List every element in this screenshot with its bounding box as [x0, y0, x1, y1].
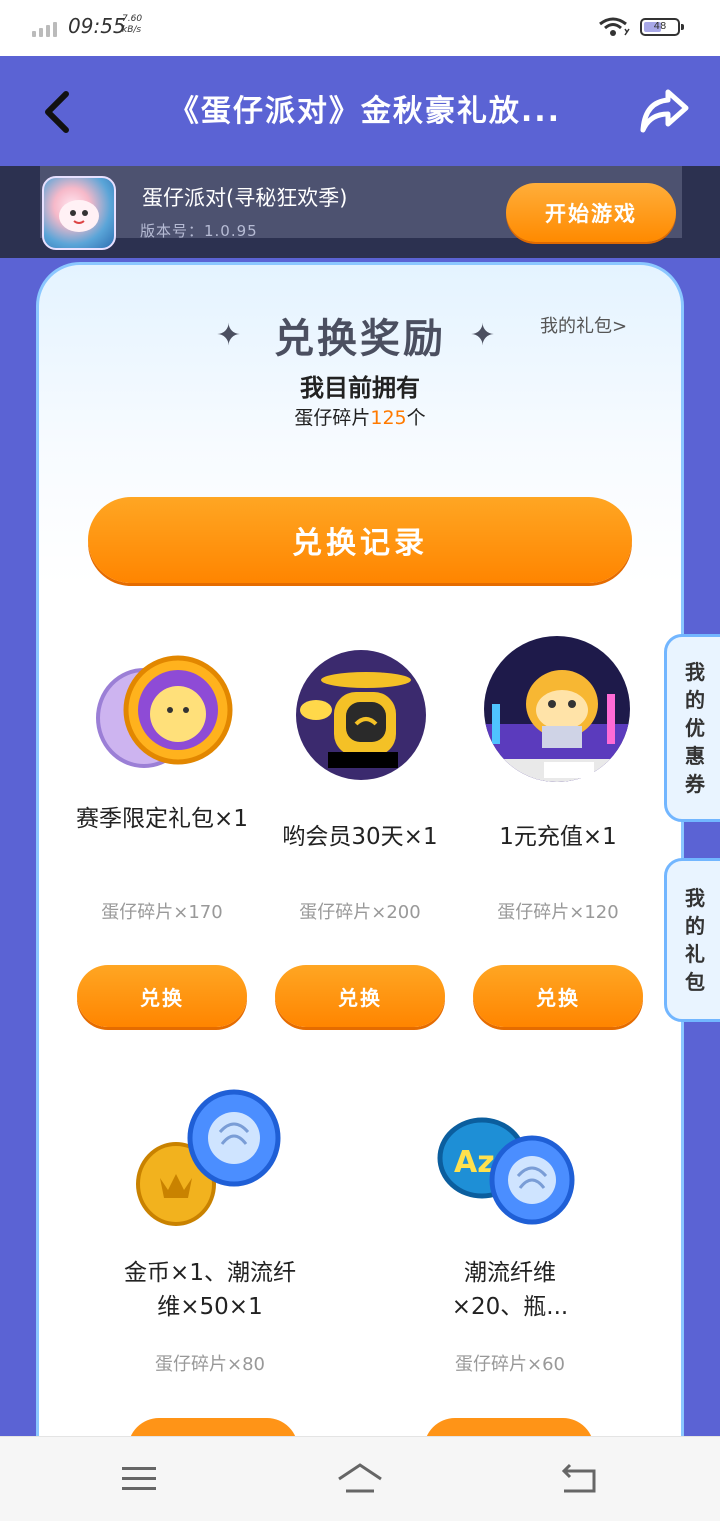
game-version: 版本号：1.0.95: [140, 222, 258, 240]
exchange-button[interactable]: 兑换: [473, 965, 643, 1027]
page-title: 《蛋仔派对》金秋豪礼放...: [168, 94, 562, 129]
fiber-bottlecap-image: Az: [437, 1117, 575, 1225]
battery-icon: 48: [640, 18, 684, 36]
wifi-icon: [599, 17, 630, 36]
prize-name: 潮流纤维×20、瓶...: [451, 1260, 569, 1320]
svg-text:Az: Az: [454, 1145, 495, 1180]
my-gift-link[interactable]: 我的礼包>: [540, 312, 627, 338]
tab-my-coupons[interactable]: 我的优惠券: [664, 634, 720, 822]
prize-cost: 蛋仔碎片×170: [101, 902, 223, 923]
prize-cost: 蛋仔碎片×200: [299, 902, 421, 923]
owned-fragments: 蛋仔碎片125个: [294, 407, 426, 429]
system-nav-bar: [0, 1436, 720, 1521]
menu-icon[interactable]: [122, 1465, 158, 1493]
tab-my-gifts[interactable]: 我的礼包: [664, 858, 720, 1022]
chevron-left-icon[interactable]: [38, 90, 78, 134]
egg-character-image: [484, 636, 630, 782]
network-speed: 7.60 kB/s: [122, 14, 143, 35]
exchange-record-button[interactable]: 兑换记录: [88, 497, 632, 583]
prize-cost: 蛋仔碎片×60: [455, 1354, 565, 1375]
prize-cost: 蛋仔碎片×80: [155, 1354, 265, 1375]
game-name: 蛋仔派对(寻秘狂欢季): [142, 186, 348, 210]
prize-name: 赛季限定礼包×1: [76, 806, 248, 832]
start-game-button[interactable]: 开始游戏: [506, 183, 676, 242]
game-app-icon[interactable]: [42, 176, 116, 250]
vip-figure-image: [296, 650, 426, 780]
prize-name: 哟会员30天×1: [282, 824, 438, 850]
prize-name: 金币×1、潮流纤维×50×1: [124, 1260, 296, 1320]
exchange-button[interactable]: 兑换: [275, 965, 445, 1027]
prize-cost: 蛋仔碎片×120: [497, 902, 619, 923]
top-bar: 《蛋仔派对》金秋豪礼放...: [0, 56, 720, 166]
signal-icon: [32, 22, 57, 37]
back-arrow-icon[interactable]: [560, 1463, 600, 1495]
owned-count: 125: [370, 407, 407, 429]
sparkle-icon: ✦: [470, 318, 496, 353]
exchange-button[interactable]: 兑换: [77, 965, 247, 1027]
status-time: 09:55: [68, 14, 126, 38]
status-bar: 09:55 7.60 kB/s 48: [0, 0, 720, 56]
home-icon[interactable]: [336, 1461, 384, 1495]
prize-name: 1元充值×1: [499, 824, 617, 850]
gold-coin-fiber-image: [136, 1089, 281, 1226]
owned-title: 我目前拥有: [300, 374, 420, 402]
season-coin-image: [96, 655, 233, 768]
share-icon[interactable]: [638, 86, 690, 136]
